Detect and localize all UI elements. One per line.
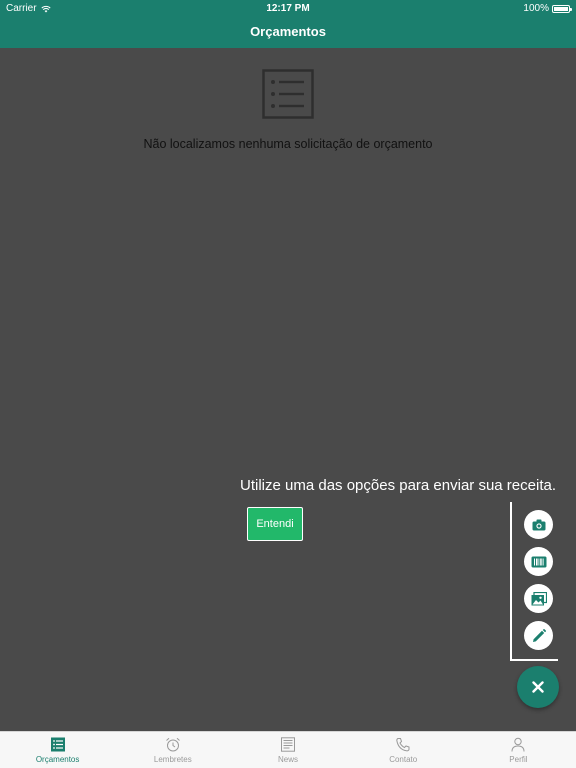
empty-state-message: Não localizamos nenhuma solicitação de o… (143, 137, 433, 151)
tab-news[interactable]: News (230, 732, 345, 768)
tab-label: Lembretes (153, 755, 192, 764)
page-title: Orçamentos (250, 24, 326, 39)
tab-orcamentos[interactable]: Orçamentos (0, 732, 115, 768)
pencil-icon (532, 628, 546, 642)
tab-label: Perfil (509, 755, 528, 764)
status-time: 12:17 PM (266, 3, 310, 14)
camera-icon (532, 519, 545, 530)
gallery-icon (531, 591, 547, 605)
newspaper-icon (281, 737, 295, 752)
list-icon (50, 737, 65, 752)
gallery-option-button[interactable] (524, 584, 553, 613)
bottom-tab-bar: Orçamentos Lembretes News Contato Perfil (0, 731, 576, 768)
coach-mark-text: Utilize uma das opções para enviar sua r… (240, 477, 556, 494)
alarm-clock-icon (165, 737, 180, 752)
battery-indicator: 100% (523, 3, 572, 14)
battery-icon (552, 4, 572, 13)
tab-label: Contato (389, 755, 418, 764)
tab-lembretes[interactable]: Lembretes (115, 732, 230, 768)
tab-contato[interactable]: Contato (346, 732, 461, 768)
tab-label: News (278, 755, 299, 764)
close-fab-button[interactable] (517, 666, 559, 708)
pencil-option-button[interactable] (524, 621, 553, 650)
barcode-icon (531, 556, 546, 567)
camera-option-button[interactable] (524, 510, 553, 539)
tab-perfil[interactable]: Perfil (461, 732, 576, 768)
person-icon (511, 737, 525, 752)
tab-label: Orçamentos (35, 755, 80, 764)
barcode-option-button[interactable] (524, 547, 553, 576)
battery-percentage: 100% (523, 3, 549, 14)
phone-icon (396, 738, 410, 752)
entendi-button[interactable]: Entendi (247, 507, 303, 541)
list-icon (262, 69, 314, 119)
app-header: Carrier 12:17 PM 100% Orçamentos (0, 0, 576, 48)
close-icon (532, 681, 544, 693)
status-bar: Carrier 12:17 PM 100% (0, 0, 576, 18)
